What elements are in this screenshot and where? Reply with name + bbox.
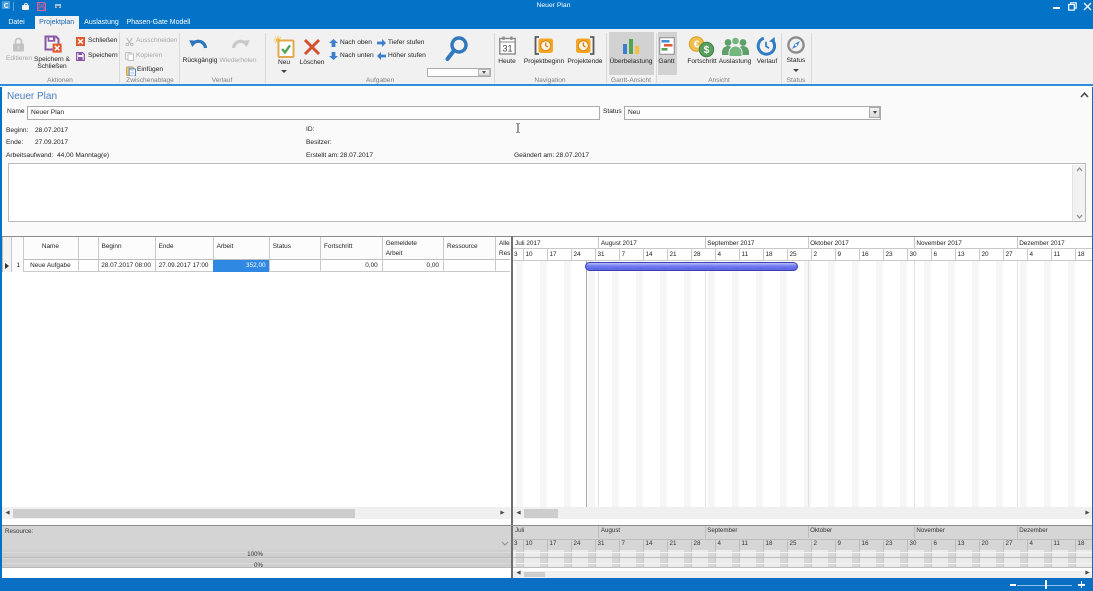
svg-text:31: 31: [502, 44, 512, 54]
svg-text:$: $: [704, 45, 710, 56]
svg-text:€: €: [694, 40, 700, 51]
